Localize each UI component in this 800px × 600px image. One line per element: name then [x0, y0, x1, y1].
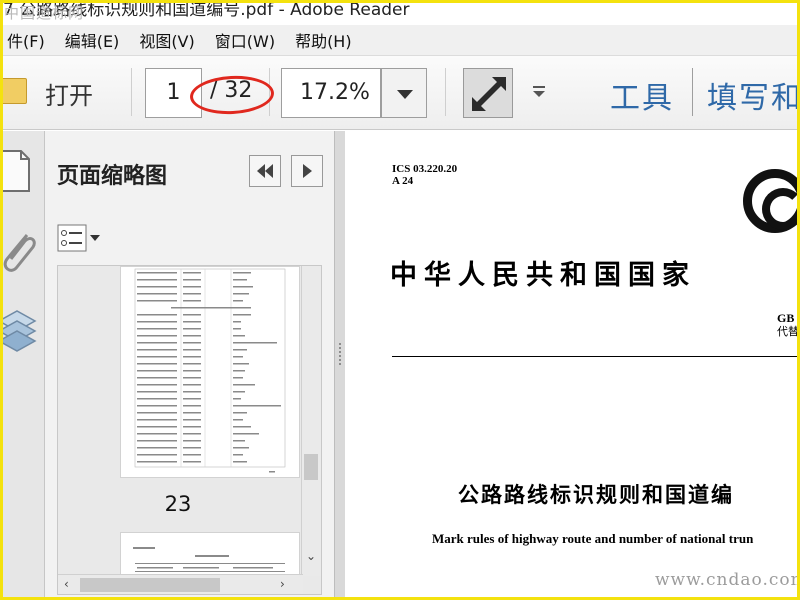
country-heading: 中华人民共和国国家: [390, 260, 696, 291]
thumbnail-page-label: 23: [164, 492, 192, 516]
chevron-right-icon: [303, 164, 312, 178]
thumbnail-options-button[interactable]: [57, 224, 107, 252]
menu-edit[interactable]: 编辑(E): [55, 28, 130, 52]
scroll-thumb[interactable]: [304, 454, 318, 480]
toolbar-divider: [445, 68, 446, 116]
menu-bar: 件(F) 编辑(E) 视图(V) 窗口(W) 帮助(H): [3, 25, 797, 55]
panel-splitter[interactable]: [335, 131, 345, 597]
tools-link[interactable]: 工具: [610, 73, 674, 117]
watermark-top-left: 中国道标网: [4, 4, 85, 22]
panel-collapse-button[interactable]: [249, 155, 281, 187]
double-chevron-left-icon: [257, 164, 273, 178]
thumbnail-horizontal-scrollbar[interactable]: ‹ ›: [58, 574, 303, 594]
panel-next-button[interactable]: [291, 155, 323, 187]
menu-view[interactable]: 视图(V): [129, 28, 204, 52]
standard-title-english: Mark rules of highway route and number o…: [432, 531, 754, 546]
zoom-input[interactable]: 17.2%: [281, 68, 381, 118]
standard-title-chinese: 公路路线标识规则和国道编: [458, 483, 734, 507]
expand-arrows-icon: [472, 77, 506, 111]
ics-code: ICS 03.220.20 A 24: [392, 163, 458, 187]
scroll-thumb[interactable]: [80, 578, 220, 592]
thumbnail-list[interactable]: 23 ⌄ ‹ ›: [57, 265, 322, 595]
menu-file[interactable]: 件(F): [0, 28, 55, 52]
folder-open-icon[interactable]: [1, 78, 27, 104]
header-rule: [392, 356, 797, 357]
navigation-rail: [3, 131, 45, 597]
page-thumbnail[interactable]: [120, 266, 300, 478]
thumbnail-panel: 页面缩略图 23 ⌄ ‹ ›: [45, 131, 335, 597]
toolbar-divider: [692, 68, 693, 116]
zoom-dropdown-button[interactable]: [381, 68, 427, 118]
scroll-right-icon[interactable]: ›: [280, 578, 285, 590]
scroll-left-icon[interactable]: ‹: [64, 578, 69, 590]
scroll-down-icon[interactable]: ⌄: [306, 550, 316, 562]
document-view[interactable]: ICS 03.220.20 A 24 GB 代替 中华人民共和国国家 公路路线标…: [345, 131, 797, 597]
title-bar: 7 公路路线标识规则和国道编号.pdf - Adobe Reader: [3, 3, 797, 25]
page-thumbnails-icon[interactable]: [3, 150, 30, 192]
gb-logo-icon: [743, 169, 797, 233]
pdf-page: ICS 03.220.20 A 24 GB 代替 中华人民共和国国家 公路路线标…: [345, 131, 797, 597]
grip-icon: [339, 343, 341, 365]
layers-icon[interactable]: [3, 310, 37, 352]
chevron-down-icon: [533, 86, 545, 97]
menu-help[interactable]: 帮助(H): [285, 28, 362, 52]
toolbar: 打开 1 / 32 17.2% 工具 填写和: [1, 55, 800, 130]
watermark-bottom-right: www.cndao.com: [655, 570, 800, 590]
list-options-icon: [57, 224, 100, 252]
open-button[interactable]: 打开: [45, 76, 93, 111]
panel-title: 页面缩略图: [57, 164, 168, 189]
page-thumbnail-content: [134, 268, 286, 473]
gb-standard-code: GB 代替: [777, 311, 797, 338]
thumbnail-vertical-scrollbar[interactable]: ⌄: [301, 266, 321, 576]
fit-page-button[interactable]: [463, 68, 513, 118]
more-tools-button[interactable]: [531, 84, 547, 100]
attachments-paperclip-icon[interactable]: [3, 234, 36, 272]
fill-sign-link[interactable]: 填写和: [707, 73, 800, 117]
menu-window[interactable]: 窗口(W): [205, 28, 285, 52]
toolbar-divider: [131, 68, 132, 116]
